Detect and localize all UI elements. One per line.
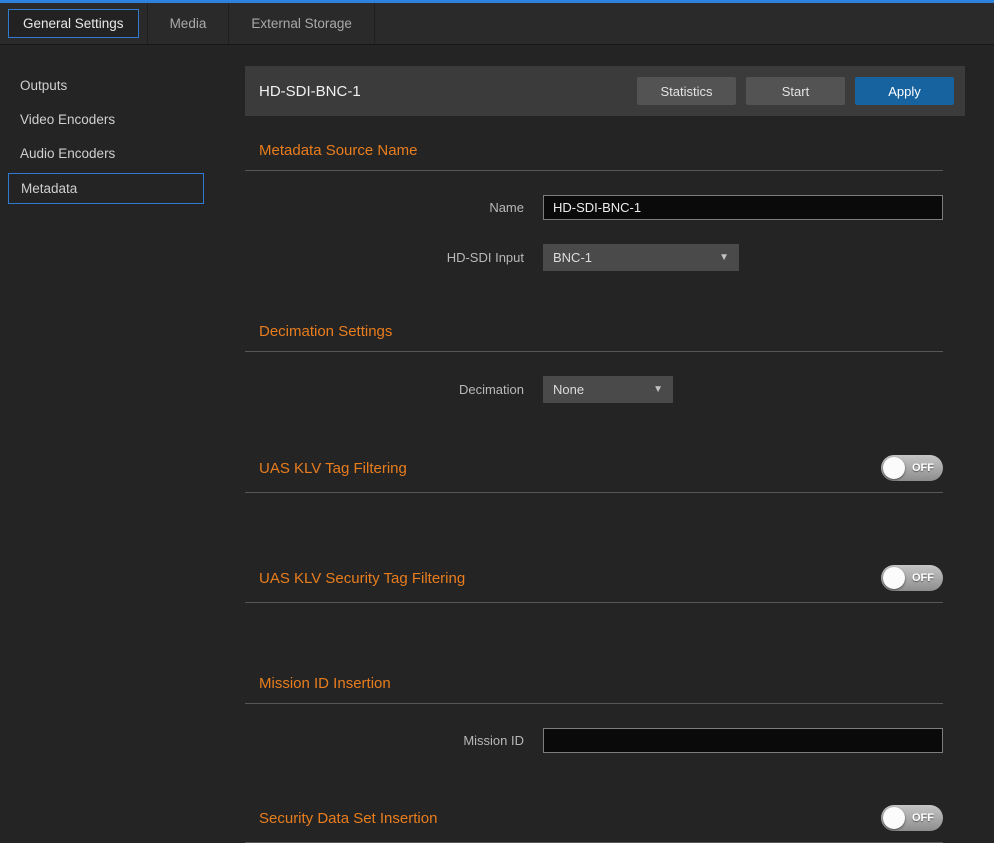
hdsdi-input-label: HD-SDI Input (245, 250, 524, 265)
section-header: UAS KLV Tag Filtering OFF (245, 455, 943, 493)
section-metadata-source: Metadata Source Name Name HD-SDI Input B… (245, 142, 943, 271)
sidebar-item-outputs[interactable]: Outputs (0, 69, 245, 103)
decimation-row: Decimation None ▼ (245, 376, 943, 403)
section-header: Decimation Settings (245, 323, 943, 352)
sidebar-item-audio-encoders[interactable]: Audio Encoders (0, 137, 245, 171)
section-decimation: Decimation Settings Decimation None ▼ (245, 323, 943, 403)
section-title: Security Data Set Insertion (259, 810, 437, 827)
name-input[interactable] (543, 195, 943, 220)
top-tab-bar: General Settings Media External Storage (0, 0, 994, 45)
section-security-data-set: Security Data Set Insertion OFF (245, 805, 943, 843)
section-header: Mission ID Insertion (245, 675, 943, 704)
section-uas-klv-security-filtering: UAS KLV Security Tag Filtering OFF (245, 565, 943, 603)
dropdown-value: None (553, 382, 584, 397)
main-content: HD-SDI-BNC-1 Statistics Start Apply Meta… (245, 45, 965, 843)
section-header: Metadata Source Name (245, 142, 943, 171)
tab-separator (374, 3, 375, 44)
sidebar-item-metadata[interactable]: Metadata (8, 173, 204, 204)
chevron-down-icon: ▼ (653, 384, 663, 395)
toggle-state-label: OFF (912, 805, 934, 831)
section-title: Mission ID Insertion (259, 675, 391, 692)
section-header: Security Data Set Insertion OFF (245, 805, 943, 843)
apply-button[interactable]: Apply (855, 77, 954, 105)
tab-general-settings[interactable]: General Settings (8, 9, 139, 38)
page-body: Outputs Video Encoders Audio Encoders Me… (0, 45, 994, 843)
mission-id-input[interactable] (543, 728, 943, 753)
hdsdi-input-dropdown[interactable]: BNC-1 ▼ (543, 244, 739, 271)
hdsdi-input-row: HD-SDI Input BNC-1 ▼ (245, 244, 943, 271)
toggle-knob (883, 567, 905, 589)
toggle-state-label: OFF (912, 565, 934, 591)
sidebar-item-video-encoders[interactable]: Video Encoders (0, 103, 245, 137)
chevron-down-icon: ▼ (719, 252, 729, 263)
decimation-dropdown[interactable]: None ▼ (543, 376, 673, 403)
uas-klv-security-filtering-toggle[interactable]: OFF (881, 565, 943, 591)
sidebar: Outputs Video Encoders Audio Encoders Me… (0, 45, 245, 843)
security-data-set-toggle[interactable]: OFF (881, 805, 943, 831)
statistics-button[interactable]: Statistics (637, 77, 736, 105)
tab-external-storage[interactable]: External Storage (229, 3, 374, 44)
page-title: HD-SDI-BNC-1 (259, 83, 627, 100)
name-label: Name (245, 200, 524, 215)
uas-klv-filtering-toggle[interactable]: OFF (881, 455, 943, 481)
toggle-knob (883, 457, 905, 479)
section-mission-id: Mission ID Insertion Mission ID (245, 675, 943, 753)
mission-id-row: Mission ID (245, 728, 943, 753)
section-title: Metadata Source Name (259, 142, 417, 159)
dropdown-value: BNC-1 (553, 250, 592, 265)
section-title: UAS KLV Tag Filtering (259, 460, 407, 477)
section-title: Decimation Settings (259, 323, 392, 340)
section-header: UAS KLV Security Tag Filtering OFF (245, 565, 943, 603)
start-button[interactable]: Start (746, 77, 845, 105)
name-row: Name (245, 195, 943, 220)
section-title: UAS KLV Security Tag Filtering (259, 570, 465, 587)
panel-header: HD-SDI-BNC-1 Statistics Start Apply (245, 66, 965, 116)
toggle-state-label: OFF (912, 455, 934, 481)
tab-media[interactable]: Media (148, 3, 229, 44)
section-uas-klv-filtering: UAS KLV Tag Filtering OFF (245, 455, 943, 493)
mission-id-label: Mission ID (245, 733, 524, 748)
decimation-label: Decimation (245, 382, 524, 397)
toggle-knob (883, 807, 905, 829)
